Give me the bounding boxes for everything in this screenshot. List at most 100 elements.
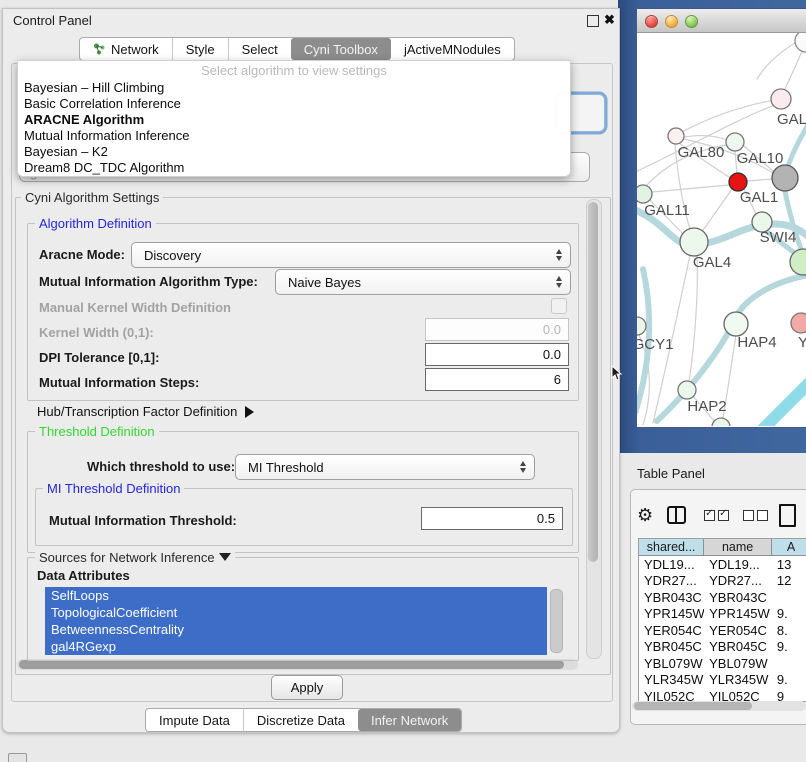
algorithm-option[interactable]: Bayesian – Hill Climbing: [18, 80, 570, 96]
network-edge[interactable]: [763, 383, 806, 426]
table-row[interactable]: YDR27...YDR27...12: [639, 573, 806, 590]
tab-jactivemnodules[interactable]: jActiveMNodules: [391, 38, 514, 60]
table-row[interactable]: YER054CYER054C8.: [639, 622, 806, 639]
close-traffic-light[interactable]: [645, 15, 658, 28]
table-cell: 9.: [772, 606, 806, 623]
dpi-tolerance-field[interactable]: 0.0: [425, 343, 569, 366]
data-attribute-item[interactable]: gal4RGexp: [45, 638, 547, 655]
table-cell: 9: [772, 688, 806, 702]
float-window-icon[interactable]: [587, 15, 599, 27]
network-node-gal11[interactable]: [637, 185, 652, 203]
algorithm-option[interactable]: Mutual Information Inference: [18, 128, 570, 144]
table-row[interactable]: YIL052CYIL052C9: [639, 688, 806, 702]
hub-definition-expander[interactable]: Hub/Transcription Factor Definition: [37, 404, 254, 419]
network-edge[interactable]: [784, 49, 803, 91]
unchecked-box-icon[interactable]: [743, 510, 754, 521]
table-cell: 9.: [772, 639, 806, 656]
mi-steps-field[interactable]: 6: [425, 368, 569, 391]
network-edge[interactable]: [657, 275, 806, 421]
list-scrollbar[interactable]: [550, 589, 563, 653]
network-window-titlebar[interactable]: [637, 9, 806, 33]
table-horizontal-scrollbar[interactable]: [632, 701, 806, 711]
algorithm-option[interactable]: Bayesian – K2: [18, 144, 570, 160]
data-attribute-item[interactable]: SelfLoops: [45, 587, 547, 604]
algorithm-option[interactable]: Basic Correlation Inference: [18, 96, 570, 112]
data-attribute-item[interactable]: TopologicalCoefficient: [45, 604, 547, 621]
unchecked-box-icon[interactable]: [757, 510, 768, 521]
kernel-width-field[interactable]: 0.0: [425, 318, 569, 341]
apply-button[interactable]: Apply: [271, 675, 343, 700]
tab-network[interactable]: Network: [80, 38, 172, 60]
network-node-gcy1[interactable]: [637, 317, 646, 335]
minimize-traffic-light[interactable]: [665, 15, 678, 28]
tab-cyni-toolbox[interactable]: Cyni Toolbox: [291, 38, 391, 60]
table-row[interactable]: YBR043CYBR043C: [639, 589, 806, 606]
column-header[interactable]: shared...: [639, 539, 704, 556]
table-cell: YDL19...: [704, 556, 772, 573]
algorithm-option[interactable]: ARACNE Algorithm: [18, 112, 570, 128]
mi-algorithm-type-combobox[interactable]: Naive Bayes: [275, 269, 571, 295]
tab-select[interactable]: Select: [228, 38, 291, 60]
network-node[interactable]: [712, 418, 730, 426]
network-node[interactable]: [795, 33, 806, 52]
table-row[interactable]: YDL19...YDL19...13: [639, 556, 806, 573]
network-node-gal[interactable]: [771, 89, 791, 109]
stepper-arrows-icon: [520, 461, 526, 473]
stepper-arrows-icon: [556, 249, 562, 261]
network-node-gal4[interactable]: [680, 228, 708, 256]
column-header[interactable]: A: [772, 539, 806, 556]
tab-infer-network[interactable]: Infer Network: [358, 709, 461, 731]
which-threshold-combobox[interactable]: MI Threshold: [235, 454, 535, 480]
minimized-panel-icon[interactable]: [8, 753, 27, 762]
network-edge[interactable]: [689, 256, 697, 381]
network-node[interactable]: [772, 165, 798, 191]
column-header[interactable]: name: [704, 539, 772, 556]
algorithm-option[interactable]: Dream8 DC_TDC Algorithm: [18, 160, 570, 176]
network-node-gal10[interactable]: [726, 133, 744, 151]
close-icon[interactable]: ✖: [604, 12, 615, 28]
settings-vertical-scrollbar[interactable]: [586, 199, 602, 659]
network-edge[interactable]: [747, 179, 772, 181]
table-cell: YDR27...: [639, 573, 704, 590]
sources-title[interactable]: Sources for Network Inference: [35, 550, 235, 565]
network-edge[interactable]: [701, 189, 732, 233]
stepper-arrows-icon: [556, 276, 562, 288]
table-cell: YIL052C: [704, 688, 772, 702]
network-view-window[interactable]: GALGAL80GAL10GAL1GAL11GAL4SWI4GCY1HAP4YH…: [636, 8, 806, 428]
data-attribute-item[interactable]: BetweennessCentrality: [45, 621, 547, 638]
node-table: shared...nameA YDL19...YDL19...13YDR27..…: [638, 538, 806, 702]
table-toolbar: ⚙: [637, 500, 796, 530]
network-node-gal80[interactable]: [668, 128, 684, 144]
settings-gear-icon[interactable]: ⚙: [637, 505, 653, 526]
checked-box-icon[interactable]: [704, 510, 715, 521]
table-row[interactable]: YBL079WYBL079W: [639, 655, 806, 672]
network-canvas[interactable]: GALGAL80GAL10GAL1GAL11GAL4SWI4GCY1HAP4YH…: [637, 33, 806, 426]
network-edge[interactable]: [652, 185, 729, 192]
table-cell: YPR145W: [639, 606, 704, 623]
manual-kernel-width-checkbox[interactable]: [551, 298, 567, 314]
tab-style[interactable]: Style: [172, 38, 228, 60]
mi-threshold-field[interactable]: 0.5: [421, 507, 563, 530]
page-icon[interactable]: [779, 504, 796, 527]
network-edge[interactable]: [682, 99, 781, 132]
network-node-hap4[interactable]: [724, 312, 748, 336]
network-node-y[interactable]: [791, 313, 806, 333]
table-row[interactable]: YPR145WYPR145W9.: [639, 606, 806, 623]
tab-impute-data[interactable]: Impute Data: [146, 709, 243, 731]
tab-discretize-data[interactable]: Discretize Data: [243, 709, 358, 731]
column-layout-icon[interactable]: [667, 506, 686, 524]
aracne-mode-combobox[interactable]: Discovery: [131, 242, 571, 268]
node-label: GAL1: [740, 189, 778, 206]
checked-box-icon[interactable]: [718, 510, 729, 521]
table-row[interactable]: YBR045CYBR045C9.: [639, 639, 806, 656]
mouse-cursor: [611, 365, 623, 381]
mi-threshold-label: Mutual Information Threshold:: [49, 513, 237, 528]
table-cell: YER054C: [704, 622, 772, 639]
algorithm-dropdown-popup: Select algorithm to view settings Bayesi…: [17, 60, 571, 177]
network-edge[interactable]: [757, 43, 795, 79]
cyni-bottom-tabbar: Impute DataDiscretize DataInfer Network: [145, 708, 462, 732]
table-cell: YLR345W: [704, 672, 772, 689]
table-row[interactable]: YLR345WYLR345W9.: [639, 672, 806, 689]
zoom-traffic-light[interactable]: [685, 15, 698, 28]
network-node-hap2[interactable]: [678, 381, 696, 399]
